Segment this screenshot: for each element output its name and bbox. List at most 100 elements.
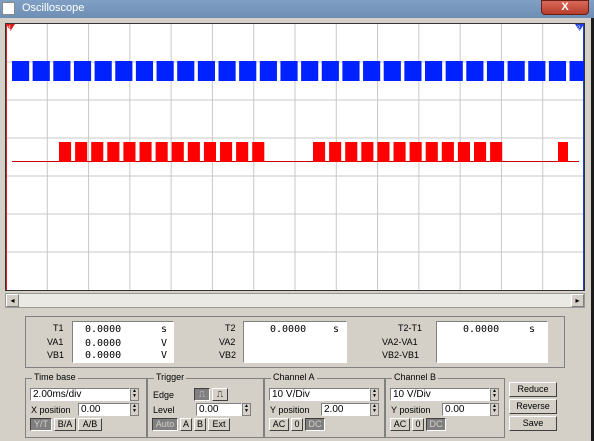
channel-a-ypos-spinner[interactable]: ▲ ▼ <box>370 403 379 416</box>
t-diff-unit: s <box>529 324 536 335</box>
channel-a-pulse <box>197 61 215 81</box>
channel-b-pulse <box>409 142 422 162</box>
channel-b-ypos-label: Y position <box>391 405 431 415</box>
channel-b-ypos-spinner[interactable]: ▲ ▼ <box>490 403 499 416</box>
channel-a-pulse <box>53 61 71 81</box>
channel-a-pulse <box>32 61 50 81</box>
channel-a-pulse <box>466 61 484 81</box>
channel-a-ypos-field[interactable]: 2.00 <box>321 403 370 416</box>
va1-unit: V <box>161 338 168 349</box>
channel-b-pulse <box>203 142 216 162</box>
channel-b-zero-button[interactable]: 0 <box>412 418 424 431</box>
trigger-level-field[interactable]: 0.00 <box>196 403 242 416</box>
trigger-ext-button[interactable]: Ext <box>208 418 230 431</box>
channel-a-dc-button[interactable]: DC <box>305 418 325 431</box>
t2-unit: s <box>333 324 340 335</box>
timebase-xpos-label: X position <box>31 405 71 415</box>
trigger-b-button[interactable]: B <box>194 418 206 431</box>
t1-unit: s <box>161 324 168 335</box>
channel-a-zero-button[interactable]: 0 <box>291 418 303 431</box>
channel-b-pulse <box>75 142 88 162</box>
channel-b-pulse <box>425 142 438 162</box>
channel-b-pulse <box>377 142 390 162</box>
timebase-xpos-field[interactable]: 0.00 <box>78 403 130 416</box>
channel-b-scale-field[interactable]: 10 V/Div <box>390 388 490 401</box>
reduce-button[interactable]: Reduce <box>509 382 557 397</box>
timebase-group: Time base 2.00ms/div ▲ ▼ X position 0.00 … <box>25 372 147 438</box>
channel-a-pulse <box>383 61 401 81</box>
timebase-scale-field[interactable]: 2.00ms/div <box>30 388 130 401</box>
scroll-left-button[interactable]: ◂ <box>6 294 19 307</box>
cursor1-readout-box: 0.0000 s 0.0000 V 0.0000 V <box>72 321 174 363</box>
trigger-auto-button[interactable]: Auto <box>152 418 178 431</box>
channel-a-pulse <box>486 61 505 81</box>
channel-b-pulse <box>329 142 342 162</box>
channel-b-pulse <box>361 142 374 162</box>
channel-b-pulse <box>313 142 326 162</box>
channel-b-pulse <box>236 142 249 162</box>
ab-mode-button[interactable]: A/B <box>78 418 102 431</box>
channel-a-pulse <box>12 61 30 81</box>
channel-b-ypos-field[interactable]: 0.00 <box>442 403 490 416</box>
channel-b-pulse <box>457 142 470 162</box>
channel-b-pulse <box>123 142 136 162</box>
channel-a-scale-field[interactable]: 10 V/Div <box>269 388 370 401</box>
vb-diff-label: VB2-VB1 <box>382 350 420 360</box>
falling-edge-button[interactable]: ⎍ <box>212 388 228 401</box>
channel-b-title: Channel B <box>392 372 439 382</box>
va1-value: 0.0000 <box>85 338 122 349</box>
channel-b-pulse <box>59 142 72 162</box>
scope-display: 12 <box>6 24 584 290</box>
t-diff-label: T2-T1 <box>398 323 423 333</box>
rising-edge-button[interactable]: ⎍ <box>194 388 210 401</box>
channel-a-pulse <box>507 61 525 81</box>
title-bar: Oscilloscope X <box>0 0 594 18</box>
channel-a-pulse <box>177 61 195 81</box>
channel-b-pulse <box>441 142 454 162</box>
channel-b-pulse <box>345 142 358 162</box>
vb1-value: 0.0000 <box>85 350 122 361</box>
scroll-right-button[interactable]: ▸ <box>571 294 584 307</box>
channel-b-pulse <box>220 142 233 162</box>
diff-readout-box: 0.0000 s <box>436 321 548 363</box>
close-button[interactable]: X <box>541 0 589 15</box>
timebase-scale-spinner[interactable]: ▲ ▼ <box>130 388 139 401</box>
channel-a-pulse <box>94 61 112 81</box>
vb2-label: VB2 <box>219 350 237 360</box>
yt-mode-button[interactable]: Y/T <box>30 418 52 431</box>
rising-edge-icon: ⎍ <box>198 389 206 399</box>
channel-a-pulse <box>363 61 381 81</box>
ba-mode-button[interactable]: B/A <box>54 418 76 431</box>
cursor2-readout-box: 0.0000 s <box>243 321 347 363</box>
timebase-xpos-spinner[interactable]: ▲ ▼ <box>130 403 139 416</box>
channel-a-pulse <box>528 61 546 81</box>
channel-a-pulse <box>445 61 463 81</box>
channel-a-scale-spinner[interactable]: ▲ ▼ <box>370 388 379 401</box>
channel-b-pulse <box>474 142 487 162</box>
channel-b-pulse <box>490 142 503 162</box>
channel-a-pulse <box>548 61 567 81</box>
trigger-group: Trigger Edge ⎍ ⎍ Level 0.00 ▲ ▼ Auto A B … <box>147 372 264 438</box>
save-button[interactable]: Save <box>509 416 557 431</box>
trigger-a-button[interactable]: A <box>180 418 192 431</box>
trigger-level-label: Level <box>153 405 175 415</box>
channel-b-pulse <box>91 142 104 162</box>
channel-b-pulse <box>171 142 184 162</box>
channel-b-pulse <box>107 142 120 162</box>
vb1-label: VB1 <box>47 350 65 360</box>
channel-a-pulse <box>425 61 443 81</box>
t2-label: T2 <box>225 323 236 333</box>
t-diff-value: 0.0000 <box>463 324 500 335</box>
t2-value: 0.0000 <box>270 324 307 335</box>
falling-edge-icon: ⎍ <box>216 389 224 399</box>
channel-a-ac-button[interactable]: AC <box>269 418 289 431</box>
channel-a-pulse <box>135 61 154 81</box>
channel-a-pulse <box>342 61 360 81</box>
trigger-level-spinner[interactable]: ▲ ▼ <box>242 403 251 416</box>
channel-b-ac-button[interactable]: AC <box>390 418 410 431</box>
horizontal-scrollbar[interactable]: ◂ ▸ <box>5 293 585 308</box>
channel-b-dc-button[interactable]: DC <box>426 418 446 431</box>
reverse-button[interactable]: Reverse <box>509 399 557 414</box>
channel-a-pulse <box>259 61 277 81</box>
channel-b-scale-spinner[interactable]: ▲ ▼ <box>490 388 499 401</box>
